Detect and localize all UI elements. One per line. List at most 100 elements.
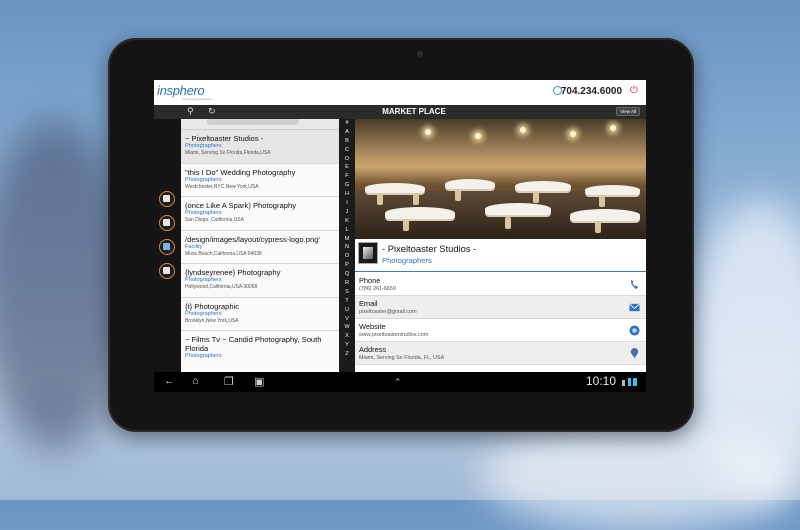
bag-icon (163, 267, 170, 274)
alpha-letter[interactable]: R (339, 279, 355, 288)
list-item-category: Photographers (185, 310, 222, 317)
alpha-letter[interactable]: C (339, 146, 355, 155)
vendor-logo-thumbnail (358, 242, 378, 264)
list-item-category: Photographers (185, 353, 222, 359)
home-button[interactable] (159, 191, 175, 207)
chevron-up-icon[interactable]: ⌃ (394, 377, 402, 388)
search-tab-handle[interactable] (207, 119, 299, 125)
list-item[interactable]: ~ Films Tv ~ Candid Photography, South F… (181, 331, 339, 372)
photo-light (570, 131, 576, 137)
detail-vendor-category[interactable]: Photographers (382, 256, 432, 265)
home-nav-icon[interactable]: ⌂ (192, 375, 199, 387)
search-icon[interactable]: ⚲ (187, 106, 194, 117)
list-item-name: "this I Do" Wedding Photography (185, 167, 296, 177)
list-search-tab[interactable] (181, 119, 339, 130)
phone-icon[interactable] (629, 279, 640, 290)
list-item[interactable]: "this I Do" Wedding Photography Photogra… (181, 164, 339, 197)
recent-apps-icon[interactable]: ❐ (224, 375, 234, 388)
alpha-letter[interactable]: M (339, 235, 355, 244)
list-item[interactable]: {lyndseyrenee} Photography Photographers… (181, 264, 339, 298)
alpha-letter[interactable]: X (339, 332, 355, 341)
list-item-name: ~ Pixeltoaster Studios - (185, 134, 264, 143)
alpha-letter[interactable]: I (339, 199, 355, 208)
list-item-address: Miami, Serving So Florida,Florida,USA (185, 150, 271, 156)
photo-chair (505, 217, 511, 229)
photo-table (515, 181, 571, 191)
alphabet-index: # A B C D E F G H I J K L M N O P Q R S … (339, 119, 355, 372)
alpha-letter[interactable]: U (339, 306, 355, 315)
screenshot-icon[interactable]: ▣ (254, 375, 264, 388)
alpha-letter[interactable]: Y (339, 341, 355, 350)
list-item-category: Photographers (185, 143, 222, 149)
detail-title-row: - Pixeltoaster Studios - Photographers (355, 239, 646, 272)
vendor-list: ~ Pixeltoaster Studios - Photographers M… (181, 119, 339, 372)
alpha-letter[interactable]: A (339, 128, 355, 137)
alpha-letter[interactable]: V (339, 315, 355, 324)
list-item-name: ~ Films Tv ~ Candid Photography, South F… (185, 335, 322, 353)
alpha-letter-hash[interactable]: # (339, 119, 355, 128)
calendar-icon (163, 243, 170, 250)
alpha-letter[interactable]: Z (339, 350, 355, 359)
photo-chair (377, 193, 383, 205)
list-item-address: Moss Beach,California,USA 94038 (185, 250, 262, 257)
alpha-letter[interactable]: D (339, 155, 355, 164)
alpha-letter[interactable]: B (339, 137, 355, 146)
detail-row-phone[interactable]: Phone (786) 261-6659 (355, 273, 646, 296)
alpha-letter[interactable]: H (339, 190, 355, 199)
email-icon[interactable] (629, 302, 640, 313)
detail-row-email[interactable]: Email pixeltoaster@gmail.com (355, 296, 646, 319)
alpha-letter[interactable]: J (339, 208, 355, 217)
list-item-address: Hollywood,California,USA 90068 (185, 284, 258, 290)
app-logo[interactable]: insphero (157, 83, 205, 98)
page-title: MARKET PLACE (382, 107, 446, 116)
photo-ceiling (355, 119, 646, 159)
alpha-letter[interactable]: T (339, 297, 355, 306)
power-icon[interactable]: ⏻ (630, 86, 640, 96)
alpha-letter[interactable]: N (339, 243, 355, 252)
photo-chair (599, 195, 605, 207)
alpha-letter[interactable]: E (339, 163, 355, 172)
list-item-address: Brooklyn,New York,USA (185, 317, 239, 324)
list-item[interactable]: /design/images/layout/cypress-logo.png' … (181, 231, 339, 264)
status-icons[interactable] (622, 378, 638, 386)
list-item-name: {lyndseyrenee} Photography (185, 268, 281, 277)
alpha-letter[interactable]: Q (339, 270, 355, 279)
left-rail (154, 119, 181, 372)
list-item-category: Photographers (185, 210, 222, 216)
header-phone-number[interactable]: 704.234.6000 (561, 86, 622, 97)
alpha-letter[interactable]: G (339, 181, 355, 190)
map-pin-icon[interactable] (629, 348, 640, 359)
alpha-letter[interactable]: W (339, 323, 355, 332)
alpha-letter[interactable]: P (339, 261, 355, 270)
photo-chair (413, 193, 419, 205)
calendar-button[interactable] (159, 239, 175, 255)
photo-light (475, 133, 481, 139)
photo-table (445, 179, 495, 189)
detail-row-website[interactable]: Website www.pixeltoasterstudios.com (355, 319, 646, 342)
refresh-icon[interactable]: ↻ (208, 106, 216, 117)
detail-row-label: Phone (359, 276, 381, 285)
list-item-address: Westchester,NYC,New York,USA (185, 183, 259, 190)
alpha-letter[interactable]: F (339, 172, 355, 181)
alpha-letter[interactable]: S (339, 288, 355, 297)
gift-button[interactable] (159, 215, 175, 231)
list-item[interactable]: (once Like A Spark) Photography Photogra… (181, 197, 339, 231)
alpha-letter[interactable]: O (339, 252, 355, 261)
globe-icon[interactable] (629, 325, 640, 336)
alpha-letter[interactable]: L (339, 226, 355, 235)
logo-tagline: connecting businesses (182, 97, 213, 101)
photo-table (385, 207, 455, 219)
bag-button[interactable] (159, 263, 175, 279)
list-item[interactable]: ~ Pixeltoaster Studios - Photographers M… (181, 130, 339, 164)
alpha-letter[interactable]: K (339, 217, 355, 226)
photo-chair (455, 189, 461, 201)
list-item[interactable]: {t} Photographic Photographers Brooklyn,… (181, 298, 339, 331)
detail-row-label: Website (359, 322, 386, 331)
photo-chair (403, 219, 409, 231)
back-icon[interactable]: ← (164, 375, 175, 387)
photo-table (485, 203, 551, 215)
view-all-button[interactable]: View All (616, 107, 640, 116)
venue-photo (355, 119, 646, 239)
detail-row-address[interactable]: Address Miami, Serving So Florida, FL, U… (355, 342, 646, 365)
photo-chair (533, 191, 539, 203)
